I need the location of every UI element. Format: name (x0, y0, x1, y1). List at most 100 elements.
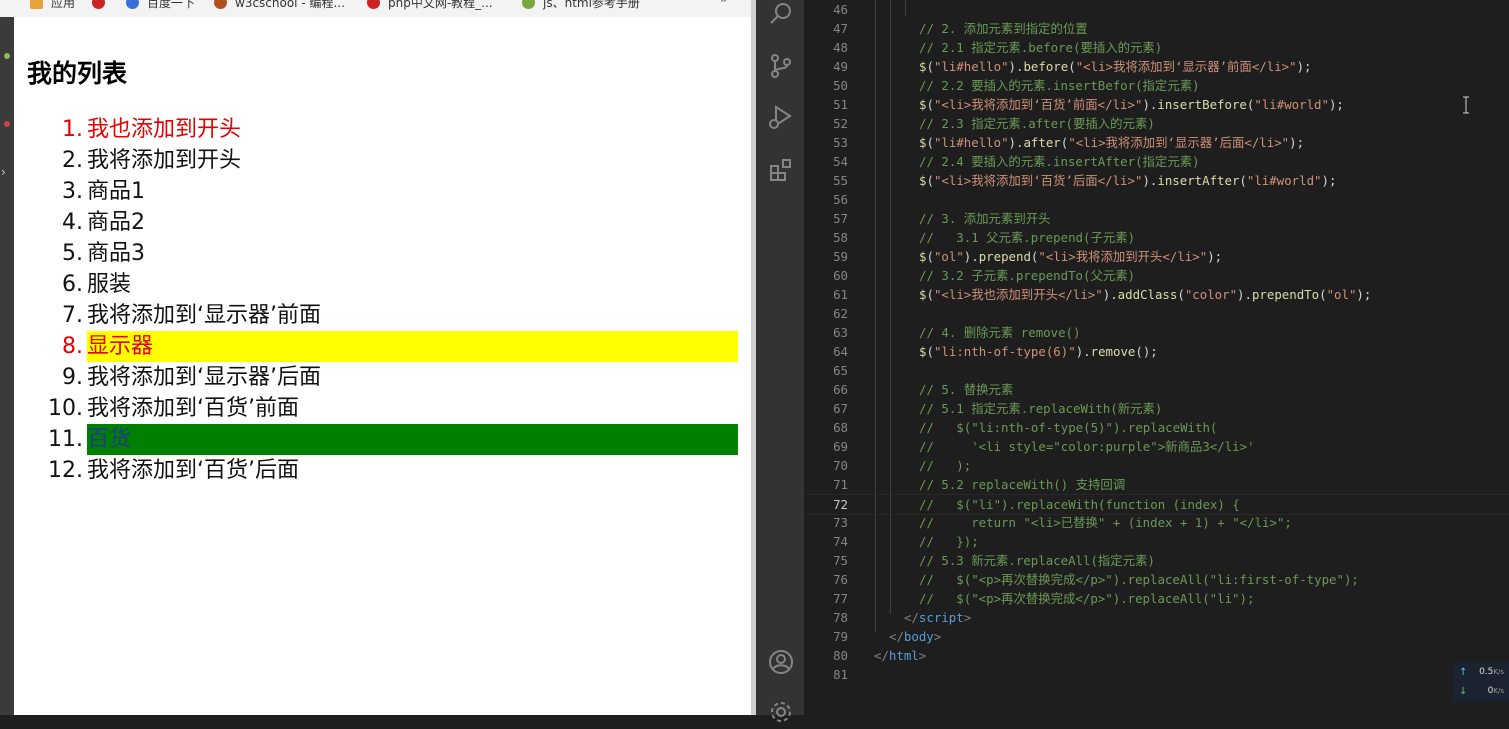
code-text: // 2.3 指定元素.after(要插入的元素) (919, 114, 1155, 133)
code-text: $("<li>我将添加到‘百货’后面</li>").insertAfter("l… (919, 171, 1336, 190)
line-number: 69 (833, 439, 848, 454)
code-line[interactable]: 59 $("ol").prepend("<li>我将添加到开头</li>"); (804, 247, 1509, 266)
code-token: > (963, 610, 972, 625)
code-text: $("li#hello").before("<li>我将添加到‘显示器’前面</… (919, 57, 1312, 76)
code-token: </ (874, 648, 889, 663)
code-token: // 2. 添加元素到指定的位置 (919, 21, 1088, 36)
js-reference-icon (522, 0, 535, 9)
code-line[interactable]: 73 // return "<li>已替换" + (index + 1) + "<… (804, 513, 1509, 532)
code-token: remove (1090, 344, 1136, 359)
code-line[interactable]: 75 // 5.3 新元素.replaceAll(指定元素) (804, 551, 1509, 570)
line-number: 73 (833, 515, 848, 530)
code-line[interactable]: 53 $("li#hello").after("<li>我将添加到‘显示器’后面<… (804, 133, 1509, 152)
code-line[interactable]: 67 // 5.1 指定元素.replaceWith(新元素) (804, 399, 1509, 418)
code-token: ). (1102, 287, 1118, 302)
bookmark-baidu[interactable]: 百度一下 (126, 0, 195, 11)
code-line[interactable]: 47 // 2. 添加元素到指定的位置 (804, 19, 1509, 38)
line-number: 61 (833, 287, 848, 302)
code-line[interactable]: 68 // $("li:nth-of-type(5)").replaceWith( (804, 418, 1509, 437)
code-line[interactable]: 74 // }); (804, 532, 1509, 551)
code-token: ). (1142, 173, 1158, 188)
list-item: 2. 我将添加到开头 (62, 148, 242, 173)
line-number: 60 (833, 268, 848, 283)
code-token: "ol" (933, 249, 964, 264)
code-text: // 5. 替换元素 (919, 380, 1013, 399)
code-line[interactable]: 48 // 2.1 指定元素.before(要插入的元素) (804, 38, 1509, 57)
run-debug-icon[interactable] (768, 104, 794, 130)
code-line[interactable]: 70 // ); (804, 456, 1509, 475)
code-line[interactable]: 57 // 3. 添加元素到开头 (804, 209, 1509, 228)
code-line[interactable]: 56 (804, 190, 1509, 209)
line-number: 80 (833, 648, 848, 663)
code-line[interactable]: 78 </script> (804, 608, 1509, 627)
code-token: // $("li:nth-of-type(5)").replaceWith( (919, 420, 1218, 435)
code-text: $("ol").prepend("<li>我将添加到开头</li>"); (919, 247, 1222, 266)
code-text: // 2.1 指定元素.before(要插入的元素) (919, 38, 1162, 57)
code-line[interactable]: 60 // 3.2 子元素.prependTo(父元素) (804, 266, 1509, 285)
code-text: // 5.2 replaceWith() 支持回调 (919, 475, 1125, 494)
code-line[interactable]: 49 $("li#hello").before("<li>我将添加到‘显示器’前面… (804, 57, 1509, 76)
code-line[interactable]: 46 (804, 0, 1509, 19)
code-line[interactable]: 58 // 3.1 父元素.prepend(子元素) (804, 228, 1509, 247)
line-number: 70 (833, 458, 848, 473)
settings-gear-icon[interactable] (768, 699, 794, 725)
code-line[interactable]: 52 // 2.3 指定元素.after(要插入的元素) (804, 114, 1509, 133)
code-token: ( (1177, 287, 1185, 302)
code-token: "<li>我也添加到开头</li>" (933, 287, 1103, 302)
code-text: </script> (904, 608, 971, 627)
code-token: ). (1008, 59, 1024, 74)
code-line[interactable]: 65 (804, 361, 1509, 380)
code-token: // $("<p>再次替换完成</p>").replaceAll("li:fir… (919, 572, 1359, 587)
code-line[interactable]: 72 // $("li").replaceWith(function (index… (804, 494, 1509, 515)
line-number: 58 (833, 230, 848, 245)
line-number: 79 (833, 629, 848, 644)
code-editor[interactable]: 46 47 // 2. 添加元素到指定的位置 48 // 2.1 指定元素.before… (804, 0, 1509, 715)
source-control-icon[interactable] (768, 53, 794, 79)
bookmarks-bar: 应用 百度一下 w3cschool - 编程... php中文网-教程_... … (0, 0, 751, 18)
code-token: ); (1356, 287, 1372, 302)
code-token: // ); (919, 458, 972, 473)
code-token: // 2.2 要插入的元素.insertBefor(指定元素) (919, 78, 1200, 93)
page-title: 我的列表 (27, 59, 128, 88)
line-number: 51 (833, 97, 848, 112)
code-token: (); (1135, 344, 1158, 359)
code-text: $("<li>我也添加到开头</li>").addClass("color").… (919, 285, 1371, 304)
code-text: // $("li:nth-of-type(5)").replaceWith( (919, 418, 1217, 437)
bookmark-js-html[interactable]: js、html参考手册 (522, 0, 640, 11)
code-line[interactable]: 69 // '<li style="color:purple">新商品3</li>… (804, 437, 1509, 456)
bookmark-w3cschool[interactable]: w3cschool - 编程... (214, 0, 345, 11)
code-token: // 2.1 指定元素.before(要插入的元素) (919, 40, 1163, 55)
code-line[interactable]: 64 $("li:nth-of-type(6)").remove(); (804, 342, 1509, 361)
code-line[interactable]: 62 (804, 304, 1509, 323)
code-line[interactable]: 54 // 2.4 要插入的元素.insertAfter(指定元素) (804, 152, 1509, 171)
account-icon[interactable] (768, 649, 794, 675)
chevron-right-icon[interactable]: › (1, 165, 6, 179)
search-icon[interactable] (768, 1, 794, 27)
code-token: </ (889, 629, 904, 644)
code-line[interactable]: 66 // 5. 替换元素 (804, 380, 1509, 399)
code-text: // $("li").replaceWith(function (index) … (919, 495, 1240, 514)
code-line[interactable]: 79 </body> (804, 627, 1509, 646)
code-token: "<li>我将添加到开头</li>" (1038, 249, 1208, 264)
code-line[interactable]: 63 // 4. 删除元素 remove() (804, 323, 1509, 342)
code-line[interactable]: 71 // 5.2 replaceWith() 支持回调 (804, 475, 1509, 494)
code-line[interactable]: 51 $("<li>我将添加到‘百货’前面</li>").insertBefore… (804, 95, 1509, 114)
code-line[interactable]: 81 (804, 665, 1509, 684)
code-line[interactable]: 55 $("<li>我将添加到‘百货’后面</li>").insertAfter(… (804, 171, 1509, 190)
code-line[interactable]: 50 // 2.2 要插入的元素.insertBefor(指定元素) (804, 76, 1509, 95)
code-token: "li#hello" (933, 135, 1009, 150)
bookmark-php[interactable]: php中文网-教程_... (367, 0, 493, 11)
line-number: 77 (833, 591, 848, 606)
extensions-icon[interactable] (768, 157, 794, 183)
code-line[interactable]: 61 $("<li>我也添加到开头</li>").addClass("color"… (804, 285, 1509, 304)
bookmark-red[interactable] (92, 0, 113, 11)
code-line[interactable]: 77 // $("<p>再次替换完成</p>").replaceAll("li")… (804, 589, 1509, 608)
code-token: ). (1237, 287, 1252, 302)
code-line[interactable]: 76 // $("<p>再次替换完成</p>").replaceAll("li:f… (804, 570, 1509, 589)
bookmarks-more-button[interactable]: » (720, 0, 728, 7)
code-line[interactable]: 80 </html> (804, 646, 1509, 665)
code-token: ). (1142, 97, 1158, 112)
bookmark-apps[interactable]: 应用 (30, 0, 75, 11)
code-token: > (933, 629, 942, 644)
list-item-highlighted: 11. 百货 (44, 424, 738, 455)
